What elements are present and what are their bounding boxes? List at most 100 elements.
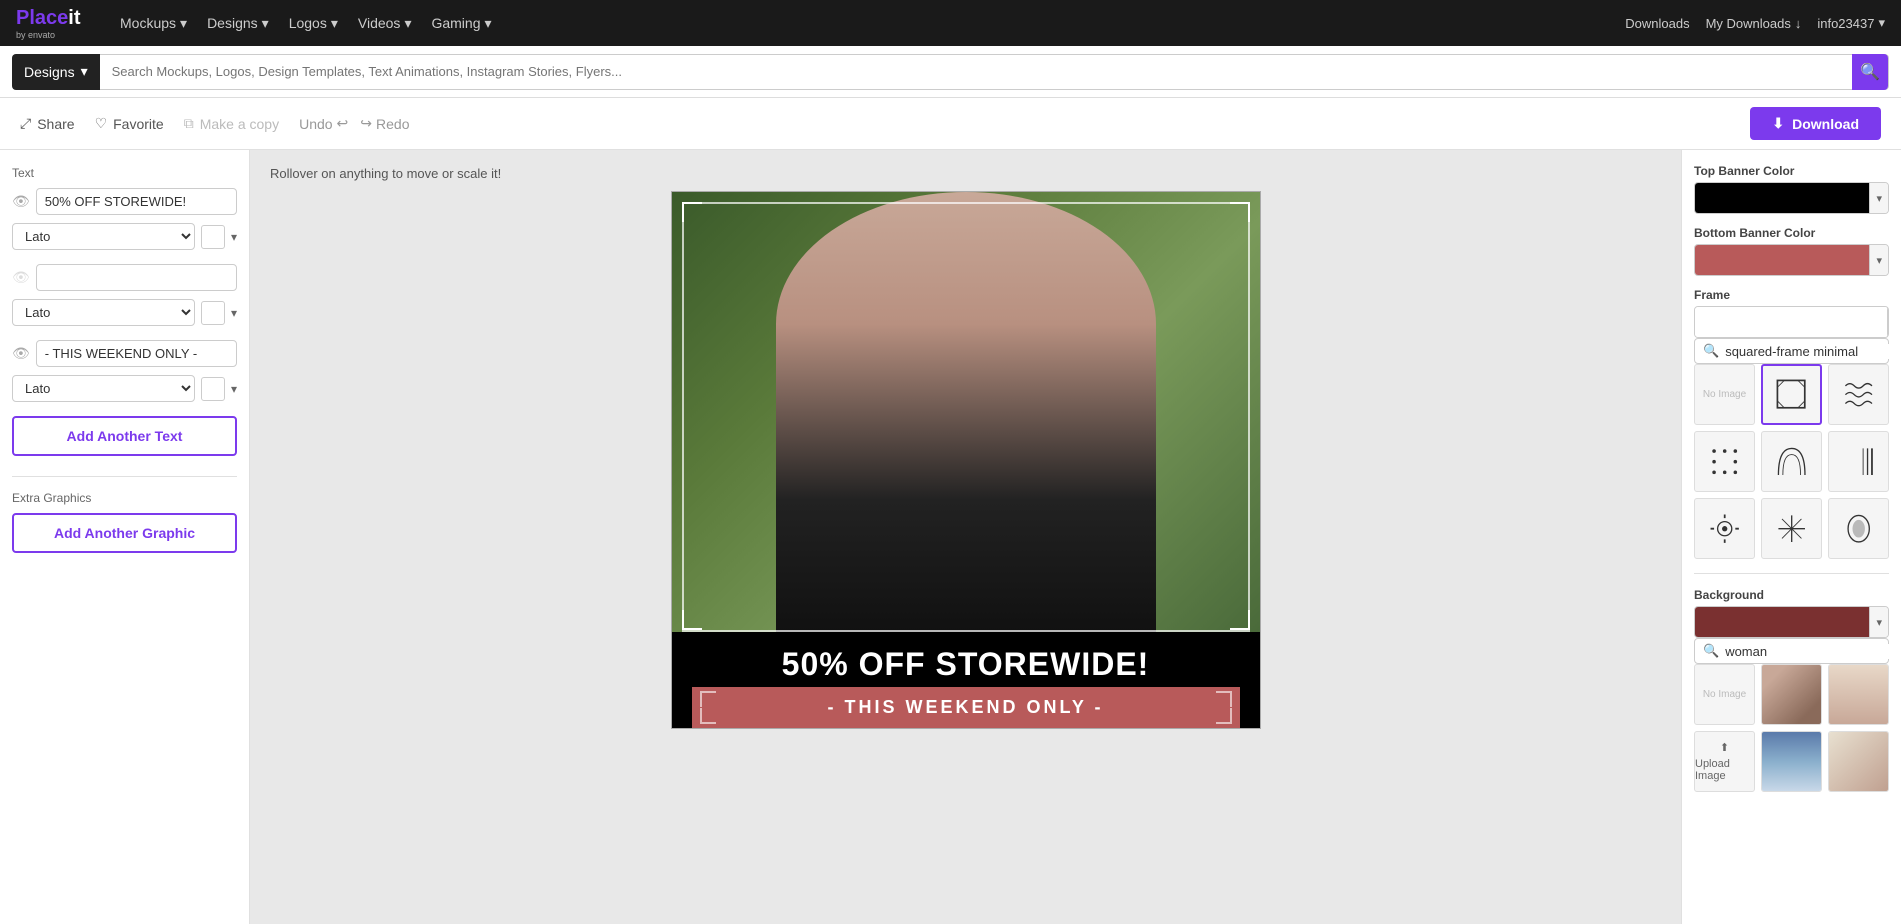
frame-thumb-starcross[interactable] (1761, 498, 1822, 559)
canvas-area: Rollover on anything to move or scale it… (250, 150, 1681, 924)
search-button[interactable]: 🔍 (1852, 54, 1888, 90)
bg-grid: No Image ⬆ Upload Image (1694, 664, 1889, 792)
add-text-button[interactable]: Add Another Text (12, 416, 237, 456)
downloads-tab[interactable]: Downloads (1625, 16, 1689, 31)
right-panel: Top Banner Color ▾ Bottom Banner Color ▾… (1681, 150, 1901, 924)
undo-redo-group: Undo ↩ ↪ Redo (299, 115, 409, 132)
nav-item-gaming[interactable]: Gaming ▾ (431, 15, 491, 32)
bg-thumb-woman4[interactable] (1828, 731, 1889, 792)
expand-btn-1[interactable]: ▾ (231, 230, 237, 244)
font-select-3[interactable]: Lato (12, 375, 195, 402)
canvas-image[interactable] (672, 192, 1260, 632)
font-select-2[interactable]: Lato (12, 299, 195, 326)
upload-icon: ⬆ (1720, 741, 1729, 754)
frame-grid: No Image (1694, 364, 1889, 559)
text-input-2[interactable] (36, 264, 237, 291)
bg-thumb-upload[interactable]: ⬆ Upload Image (1694, 731, 1755, 792)
frame-select-input[interactable] (1695, 307, 1887, 337)
expand-btn-2[interactable]: ▾ (231, 306, 237, 320)
frame-thumb-arch[interactable] (1761, 431, 1822, 492)
font-select-1[interactable]: Lato (12, 223, 195, 250)
visibility-icon-1[interactable]: 👁 (12, 193, 30, 210)
visibility-icon-3[interactable]: 👁 (12, 345, 30, 362)
color-picker-1[interactable] (201, 225, 225, 249)
banner-sub-text: - THIS WEEKEND ONLY - (712, 697, 1220, 718)
logo[interactable]: Placeit by envato (16, 7, 96, 40)
banner-sub-banner: - THIS WEEKEND ONLY - (692, 687, 1240, 728)
toolbar: ⤢ Share ♡ Favorite ⧉ Make a copy Undo ↩ … (0, 98, 1901, 150)
favorite-button[interactable]: ♡ Favorite (95, 115, 164, 132)
frame-thumb-gear[interactable] (1694, 498, 1755, 559)
bg-search-wrap: 🔍 (1694, 638, 1889, 664)
bottom-banner-color-section: Bottom Banner Color ▾ (1694, 226, 1889, 276)
frame-thumb-squared[interactable] (1761, 364, 1822, 425)
bottom-banner-color-label: Bottom Banner Color (1694, 226, 1889, 240)
text-section-label: Text (12, 166, 237, 180)
chevron-down-icon: ▾ (331, 15, 338, 32)
nav-item-logos[interactable]: Logos ▾ (289, 15, 338, 32)
bottom-banner-chevron[interactable]: ▾ (1869, 245, 1888, 275)
make-copy-button[interactable]: ⧉ Make a copy (184, 115, 279, 132)
user-menu[interactable]: info23437 ▾ (1817, 15, 1885, 31)
frame-thumb-none[interactable]: No Image (1694, 364, 1755, 425)
bg-search-input[interactable] (1725, 644, 1901, 659)
right-section-divider (1694, 573, 1889, 574)
top-banner-color-picker[interactable]: ▾ (1694, 182, 1889, 214)
visibility-icon-2[interactable]: 👁 (12, 269, 30, 286)
redo-icon: ↪ (360, 115, 372, 132)
bg-thumb-woman2[interactable] (1761, 731, 1822, 792)
nav-item-videos[interactable]: Videos ▾ (358, 15, 412, 32)
frame-section: Frame ▾ 🔍 No Image (1694, 288, 1889, 559)
text-input-3[interactable] (36, 340, 237, 367)
frame-thumb-wavy[interactable] (1828, 364, 1889, 425)
frame-select-chevron[interactable]: ▾ (1887, 307, 1889, 337)
bg-thumb-none[interactable]: No Image (1694, 664, 1755, 725)
redo-button[interactable]: ↪ Redo (360, 115, 409, 132)
download-arrow-icon: ↓ (1795, 16, 1802, 31)
text-input-1[interactable] (36, 188, 237, 215)
chevron-down-icon: ▾ (485, 15, 492, 32)
frame-search-input[interactable] (1725, 344, 1901, 359)
banner-corner-tr (1216, 691, 1232, 707)
search-input[interactable] (100, 64, 1852, 79)
add-graphic-button[interactable]: Add Another Graphic (12, 513, 237, 553)
top-banner-chevron[interactable]: ▾ (1869, 183, 1888, 213)
canvas-bottom-banner: 50% OFF STOREWIDE! - THIS WEEKEND ONLY - (672, 632, 1260, 728)
background-label: Background (1694, 588, 1889, 602)
share-button[interactable]: ⤢ Share (20, 115, 75, 132)
frame-thumb-blob[interactable] (1828, 498, 1889, 559)
top-banner-color-section: Top Banner Color ▾ (1694, 164, 1889, 214)
text-field-row-2: 👁 (12, 264, 237, 291)
my-downloads[interactable]: My Downloads ↓ (1706, 16, 1802, 31)
frame-thumb-dotted[interactable] (1694, 431, 1755, 492)
nav-item-designs[interactable]: Designs ▾ (207, 15, 269, 32)
bg-thumb-woman3[interactable] (1828, 664, 1889, 725)
frame-thumb-stripes[interactable] (1828, 431, 1889, 492)
bg-thumb-woman1[interactable] (1761, 664, 1822, 725)
rollover-hint: Rollover on anything to move or scale it… (266, 166, 501, 181)
heart-icon: ♡ (95, 115, 108, 132)
chevron-down-icon: ▾ (1878, 15, 1885, 31)
download-button[interactable]: ⬇ Download (1750, 107, 1881, 140)
undo-button[interactable]: Undo ↩ (299, 115, 348, 132)
background-color-chevron[interactable]: ▾ (1869, 607, 1888, 637)
chevron-down-icon: ▾ (180, 15, 187, 32)
frame-select-row: ▾ (1694, 306, 1889, 338)
search-icon: 🔍 (1703, 343, 1719, 359)
logo-sub: by envato (16, 30, 80, 40)
search-icon: 🔍 (1703, 643, 1719, 659)
text-field-row-1: 👁 (12, 188, 237, 215)
search-type-select[interactable]: Designs ▾ (12, 54, 100, 90)
color-picker-3[interactable] (201, 377, 225, 401)
nav-item-mockups[interactable]: Mockups ▾ (120, 15, 187, 32)
chevron-down-icon: ▾ (404, 15, 411, 32)
logo-it: it (68, 7, 80, 29)
bottom-banner-color-picker[interactable]: ▾ (1694, 244, 1889, 276)
left-panel: Text 👁 Lato ▾ 👁 Lato ▾ 👁 (0, 150, 250, 924)
font-row-1: Lato ▾ (12, 223, 237, 250)
color-picker-2[interactable] (201, 301, 225, 325)
background-section: Background ▾ 🔍 No Image ⬆ Upload Im (1694, 588, 1889, 792)
expand-btn-3[interactable]: ▾ (231, 382, 237, 396)
background-color-picker[interactable]: ▾ (1694, 606, 1889, 638)
chevron-down-icon: ▾ (81, 63, 88, 80)
